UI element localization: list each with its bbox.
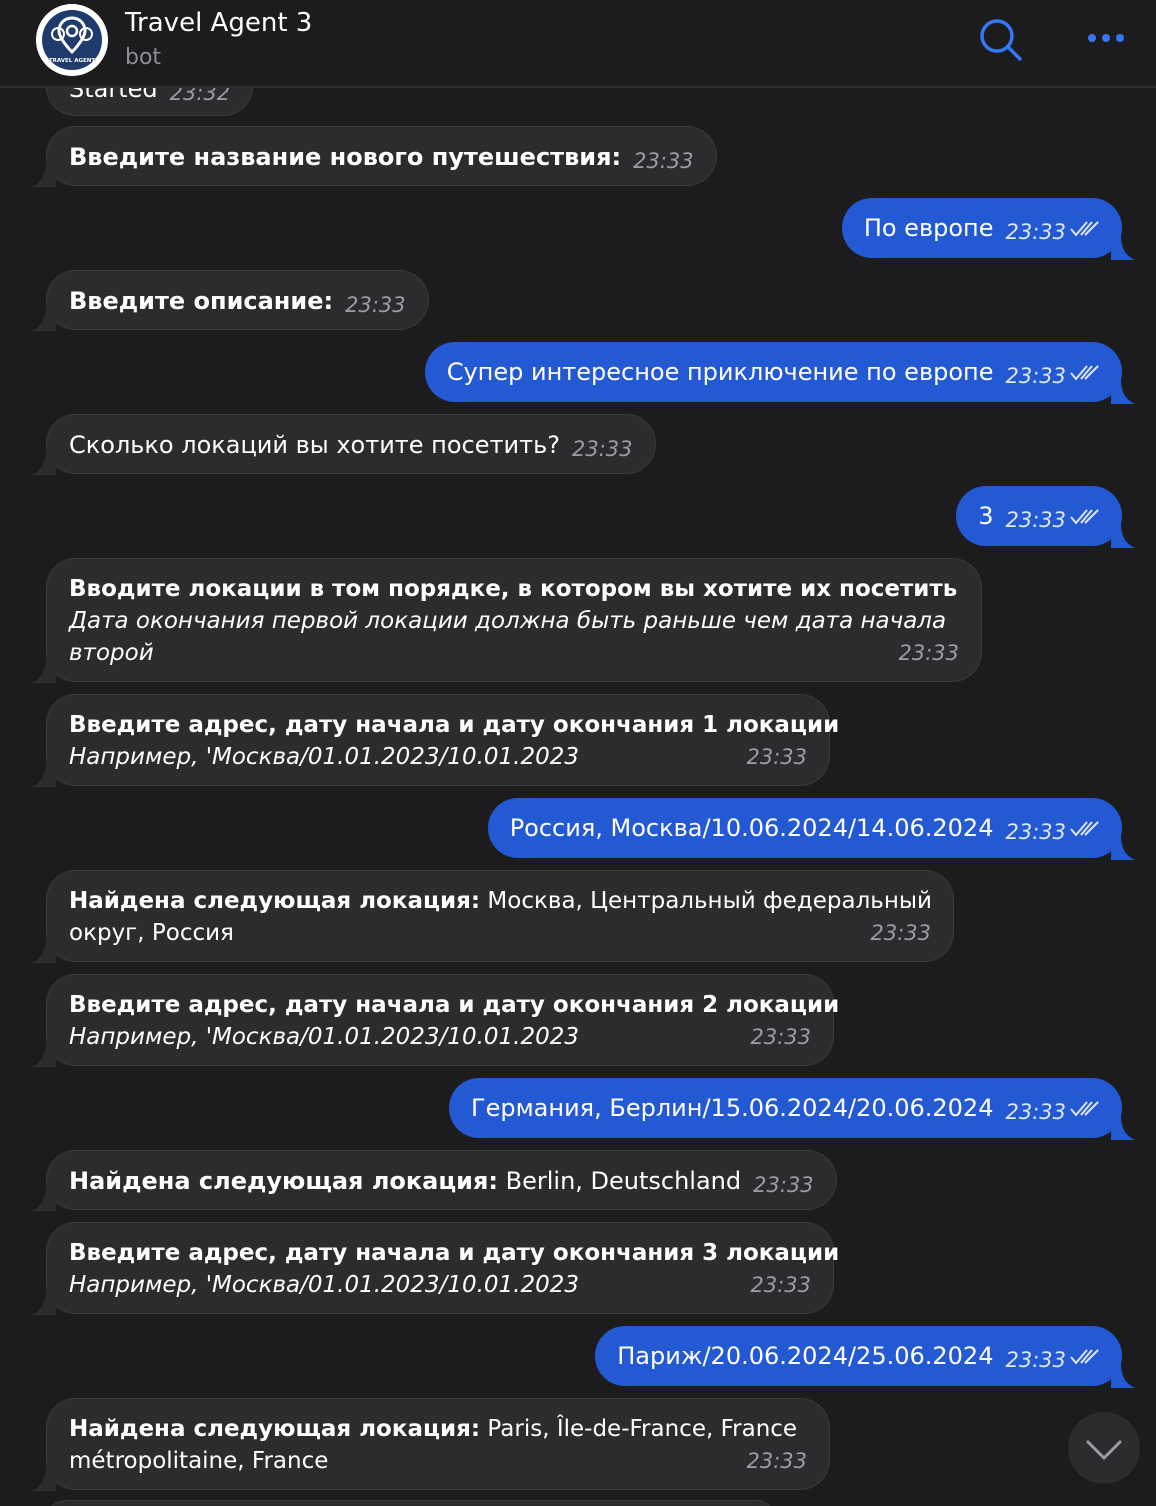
- message-time: 23:33: [1005, 820, 1066, 844]
- message-bold-text: Введите название нового путешествия:: [69, 143, 622, 171]
- more-icon: [1088, 34, 1124, 42]
- message-bold-text: Найдена следующая локация:: [69, 888, 481, 914]
- chat-header: TRAVEL AGENT Travel Agent 3 bot: [0, 0, 1156, 88]
- message-time: 23:33: [750, 1273, 811, 1297]
- scroll-down-button[interactable]: [1068, 1412, 1140, 1484]
- double-check-icon: [1070, 221, 1099, 237]
- message-italic-text: второй: [69, 640, 154, 666]
- message-text: Berlin, Deutschland: [498, 1167, 742, 1195]
- message-time: 23:33: [1005, 508, 1066, 532]
- avatar-logo-text: TRAVEL AGENT: [49, 58, 95, 64]
- message-outgoing: Россия, Москва/10.06.2024/14.06.2024 23:3…: [487, 798, 1135, 860]
- double-check-icon: [1070, 1349, 1099, 1365]
- message-time: 23:33: [750, 1025, 811, 1049]
- message-incoming: Найдена следующая локация: Москва, Центр…: [32, 870, 954, 963]
- message-incoming: Введите адрес, дату начала и дату оконча…: [32, 974, 840, 1067]
- message-time: 23:33: [633, 149, 694, 173]
- message-text: 3: [978, 502, 994, 530]
- message-text: Париж/20.06.2024/25.06.2024: [617, 1342, 994, 1370]
- double-check-icon: [1070, 1101, 1099, 1117]
- message-time: 23:33: [345, 293, 406, 317]
- message-bold-text: Вводите локации в том порядке, в котором…: [69, 576, 958, 602]
- message-time: 23:33: [753, 1173, 814, 1197]
- message-italic-text: Например, 'Москва/01.01.2023/10.01.2023: [69, 1024, 579, 1050]
- message-bold-text: Введите адрес, дату начала и дату оконча…: [69, 712, 840, 738]
- message-text: Германия, Берлин/15.06.2024/20.06.2024: [470, 1094, 994, 1122]
- message-outgoing: Париж/20.06.2024/25.06.2024 23:33: [595, 1326, 1135, 1388]
- message-incoming: Сколько локаций вы хотите посетить? 23:33: [32, 414, 656, 475]
- message-text: Paris, Île-de-France, France: [480, 1416, 798, 1442]
- message-text: По европе: [863, 214, 994, 242]
- message-time: 23:33: [746, 1449, 807, 1473]
- message-text: Супер интересное приключение по европе: [446, 358, 994, 386]
- chat-area: Started 23:32 Введите название нового пут…: [0, 0, 1156, 1506]
- message-text: Москва, Центральный федеральный: [480, 888, 932, 914]
- message-outgoing: Германия, Берлин/15.06.2024/20.06.2024 23…: [448, 1078, 1135, 1140]
- message-time: 23:33: [898, 641, 959, 665]
- chat-title[interactable]: Travel Agent 3: [125, 8, 312, 38]
- message-incoming: Найдена следующая локация: Paris, Île-de…: [32, 1398, 830, 1491]
- message-bold-text: Введите описание:: [69, 287, 334, 315]
- avatar[interactable]: TRAVEL AGENT: [36, 4, 108, 76]
- message-outgoing: По европе 23:33: [841, 198, 1135, 260]
- message-incoming: Введите адрес, дату начала и дату оконча…: [32, 1222, 840, 1315]
- double-check-icon: [1070, 821, 1099, 837]
- message-italic-text: Например, 'Москва/01.01.2023/10.01.2023: [69, 1272, 579, 1298]
- message-time: 23:33: [1005, 1348, 1066, 1372]
- message-incoming: Введите описание: 23:33: [32, 270, 429, 331]
- message-incoming: Вводите локации в том порядке, в котором…: [32, 558, 982, 683]
- message-outgoing: 3 23:33: [956, 486, 1135, 548]
- message-italic-text: Например, 'Москва/01.01.2023/10.01.2023: [69, 744, 579, 770]
- message-text: Россия, Москва/10.06.2024/14.06.2024: [509, 814, 994, 842]
- message-time: 23:33: [1005, 364, 1066, 388]
- message-bold-text: Найдена следующая локация:: [69, 1167, 498, 1195]
- message-italic-text: Дата окончания первой локации должна быт…: [69, 608, 947, 634]
- message-outgoing: Супер интересное приключение по европе 23…: [424, 342, 1135, 404]
- message-text: Сколько локаций вы хотите посетить?: [69, 431, 560, 459]
- more-button[interactable]: [1080, 20, 1132, 56]
- message-time: 23:33: [1005, 1100, 1066, 1124]
- message-text: округ, Россия: [69, 920, 234, 946]
- chevron-down-icon: [1086, 1440, 1122, 1460]
- message-incoming: [46, 1500, 776, 1506]
- search-icon: [980, 19, 1022, 61]
- message-time: 23:33: [870, 921, 931, 945]
- message-bold-text: Введите адрес, дату начала и дату оконча…: [69, 1240, 840, 1266]
- message-bold-text: Найдена следующая локация:: [69, 1416, 481, 1442]
- message-incoming: Введите название нового путешествия: 23:3…: [32, 126, 717, 187]
- message-bold-text: Введите адрес, дату начала и дату оконча…: [69, 992, 840, 1018]
- message-incoming: Введите адрес, дату начала и дату оконча…: [32, 694, 840, 787]
- message-time: 23:33: [746, 745, 807, 769]
- search-button[interactable]: [976, 16, 1026, 64]
- message-text: métropolitaine, France: [69, 1448, 329, 1474]
- message-time: 23:33: [1005, 220, 1066, 244]
- double-check-icon: [1070, 509, 1099, 525]
- message-time: 23:33: [571, 437, 633, 461]
- message-incoming: Найдена следующая локация: Berlin, Deuts…: [32, 1150, 837, 1211]
- chat-subtitle: bot: [125, 45, 162, 70]
- double-check-icon: [1070, 365, 1099, 381]
